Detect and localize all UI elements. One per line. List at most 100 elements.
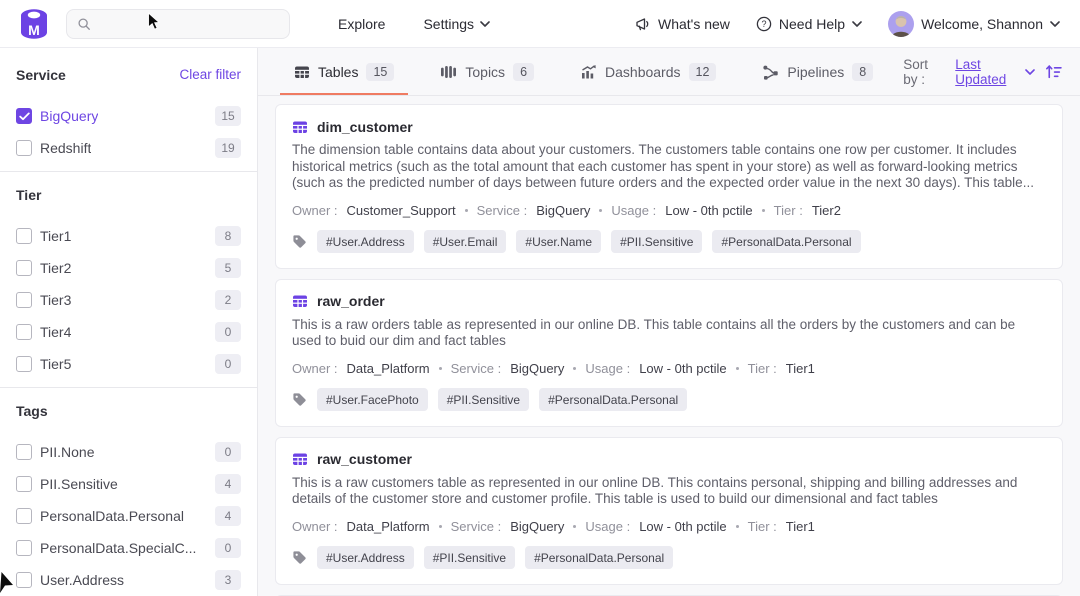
- checkbox-unchecked[interactable]: [16, 572, 32, 588]
- owner-value: Data_Platform: [347, 519, 430, 534]
- filter-sidebar: Service Clear filter BigQuery 15 Redshif…: [0, 48, 258, 596]
- tag-pill[interactable]: #PersonalData.Personal: [539, 388, 687, 411]
- table-icon: [292, 119, 308, 135]
- nav-links: Explore Settings: [338, 16, 490, 32]
- openmetadata-logo-icon[interactable]: M: [16, 5, 52, 43]
- filter-option-pii-sensitive[interactable]: PII.Sensitive 4: [16, 475, 241, 493]
- filter-count-badge: 0: [215, 354, 241, 374]
- tag-pill[interactable]: #User.Email: [424, 230, 507, 253]
- need-help-menu[interactable]: ? Need Help: [756, 16, 862, 32]
- filter-option-redshift[interactable]: Redshift 19: [16, 139, 241, 157]
- tab-topics[interactable]: Topics 6: [424, 48, 550, 95]
- dashboards-icon: [580, 64, 597, 80]
- filter-count-badge: 0: [215, 538, 241, 558]
- tag-pill[interactable]: #User.Address: [317, 546, 414, 569]
- filter-option-label: Tier3: [40, 292, 71, 308]
- filter-count-badge: 19: [215, 138, 241, 158]
- checkbox-unchecked[interactable]: [16, 228, 32, 244]
- tab-label: Pipelines: [787, 64, 844, 80]
- tag-pill[interactable]: #PersonalData.Personal: [525, 546, 673, 569]
- tier-label: Tier :: [748, 361, 777, 376]
- filter-count-badge: 0: [215, 322, 241, 342]
- tab-tables[interactable]: Tables 15: [278, 48, 410, 95]
- user-menu[interactable]: Welcome, Shannon: [888, 11, 1060, 37]
- filter-option-pii-none[interactable]: PII.None 0: [16, 443, 241, 461]
- filter-option-label: Tier1: [40, 228, 71, 244]
- filter-option-tier3[interactable]: Tier3 2: [16, 291, 241, 309]
- filter-count-badge: 15: [215, 106, 241, 126]
- table-description: The dimension table contains data about …: [292, 142, 1046, 192]
- filter-option-tier2[interactable]: Tier2 5: [16, 259, 241, 277]
- filter-option-label: Tier5: [40, 356, 71, 372]
- filter-option-tier5[interactable]: Tier5 0: [16, 355, 241, 373]
- table-tags: #User.FacePhoto #PII.Sensitive #Personal…: [292, 388, 1046, 412]
- help-circle-icon: ?: [756, 16, 772, 32]
- tag-pill[interactable]: #User.Name: [516, 230, 601, 253]
- tab-label: Topics: [465, 64, 505, 80]
- chevron-down-icon: [852, 21, 862, 27]
- service-label: Service :: [451, 361, 502, 376]
- topics-icon: [440, 64, 457, 80]
- table-tags: #User.Address #User.Email #User.Name #PI…: [292, 230, 1046, 254]
- tab-dashboards[interactable]: Dashboards 12: [564, 48, 732, 95]
- table-meta: Owner : Customer_Support Service : BigQu…: [292, 203, 1046, 218]
- filter-option-label: PersonalData.Personal: [40, 508, 184, 524]
- tab-pipelines[interactable]: Pipelines 8: [746, 48, 889, 95]
- checkbox-unchecked[interactable]: [16, 260, 32, 276]
- tier-label: Tier :: [748, 519, 777, 534]
- filter-option-bigquery[interactable]: BigQuery 15: [16, 107, 241, 125]
- chevron-down-icon: [480, 21, 490, 27]
- whats-new-button[interactable]: What's new: [635, 16, 730, 32]
- mouse-cursor: [147, 12, 160, 34]
- tag-pill[interactable]: #PII.Sensitive: [424, 546, 515, 569]
- table-card-dim-customer[interactable]: dim_customer The dimension table contain…: [275, 104, 1063, 269]
- table-description: This is a raw customers table as represe…: [292, 475, 1046, 508]
- tag-pill[interactable]: #User.FacePhoto: [317, 388, 428, 411]
- table-name-link[interactable]: dim_customer: [317, 119, 413, 135]
- checkbox-unchecked[interactable]: [16, 508, 32, 524]
- filter-option-user-address[interactable]: User.Address 3: [16, 571, 241, 589]
- filter-option-tier1[interactable]: Tier1 8: [16, 227, 241, 245]
- owner-label: Owner :: [292, 203, 338, 218]
- nav-settings-label: Settings: [423, 16, 474, 32]
- welcome-label: Welcome, Shannon: [921, 16, 1043, 32]
- checkbox-checked[interactable]: [16, 108, 32, 124]
- svg-text:?: ?: [761, 19, 766, 29]
- filter-option-label: Tier4: [40, 324, 71, 340]
- table-name-link[interactable]: raw_customer: [317, 451, 412, 467]
- table-name-link[interactable]: raw_order: [317, 293, 385, 309]
- owner-label: Owner :: [292, 361, 338, 376]
- checkbox-unchecked[interactable]: [16, 476, 32, 492]
- chevron-down-icon: [1050, 21, 1060, 27]
- megaphone-icon: [635, 16, 651, 32]
- filter-option-tier4[interactable]: Tier4 0: [16, 323, 241, 341]
- search-input[interactable]: [99, 16, 279, 31]
- tags-section-title: Tags: [16, 403, 48, 419]
- tab-count-badge: 6: [513, 63, 534, 81]
- checkbox-unchecked[interactable]: [16, 140, 32, 156]
- clear-filter-link[interactable]: Clear filter: [179, 67, 241, 82]
- entity-tabs: Tables 15 Topics 6 Dashboards 12: [258, 48, 1080, 96]
- checkbox-unchecked[interactable]: [16, 292, 32, 308]
- filter-option-personaldata-personal[interactable]: PersonalData.Personal 4: [16, 507, 241, 525]
- tag-pill[interactable]: #PII.Sensitive: [611, 230, 702, 253]
- checkbox-unchecked[interactable]: [16, 444, 32, 460]
- nav-settings[interactable]: Settings: [423, 16, 490, 32]
- dot-separator: [439, 525, 442, 528]
- service-label: Service :: [451, 519, 502, 534]
- nav-explore[interactable]: Explore: [338, 16, 385, 32]
- sort-value-dropdown[interactable]: Last Updated: [955, 57, 1035, 87]
- filter-option-personaldata-special[interactable]: PersonalData.SpecialC... 0: [16, 539, 241, 557]
- checkbox-unchecked[interactable]: [16, 540, 32, 556]
- tag-pill[interactable]: #PersonalData.Personal: [712, 230, 860, 253]
- checkbox-unchecked[interactable]: [16, 356, 32, 372]
- table-icon: [292, 451, 308, 467]
- tag-pill[interactable]: #User.Address: [317, 230, 414, 253]
- global-search-box[interactable]: [66, 9, 290, 39]
- tag-pill[interactable]: #PII.Sensitive: [438, 388, 529, 411]
- table-card-raw-order[interactable]: raw_order This is a raw orders table as …: [275, 279, 1063, 427]
- checkbox-unchecked[interactable]: [16, 324, 32, 340]
- tab-label: Dashboards: [605, 64, 681, 80]
- sort-order-icon[interactable]: [1045, 63, 1062, 80]
- table-card-raw-customer[interactable]: raw_customer This is a raw customers tab…: [275, 437, 1063, 585]
